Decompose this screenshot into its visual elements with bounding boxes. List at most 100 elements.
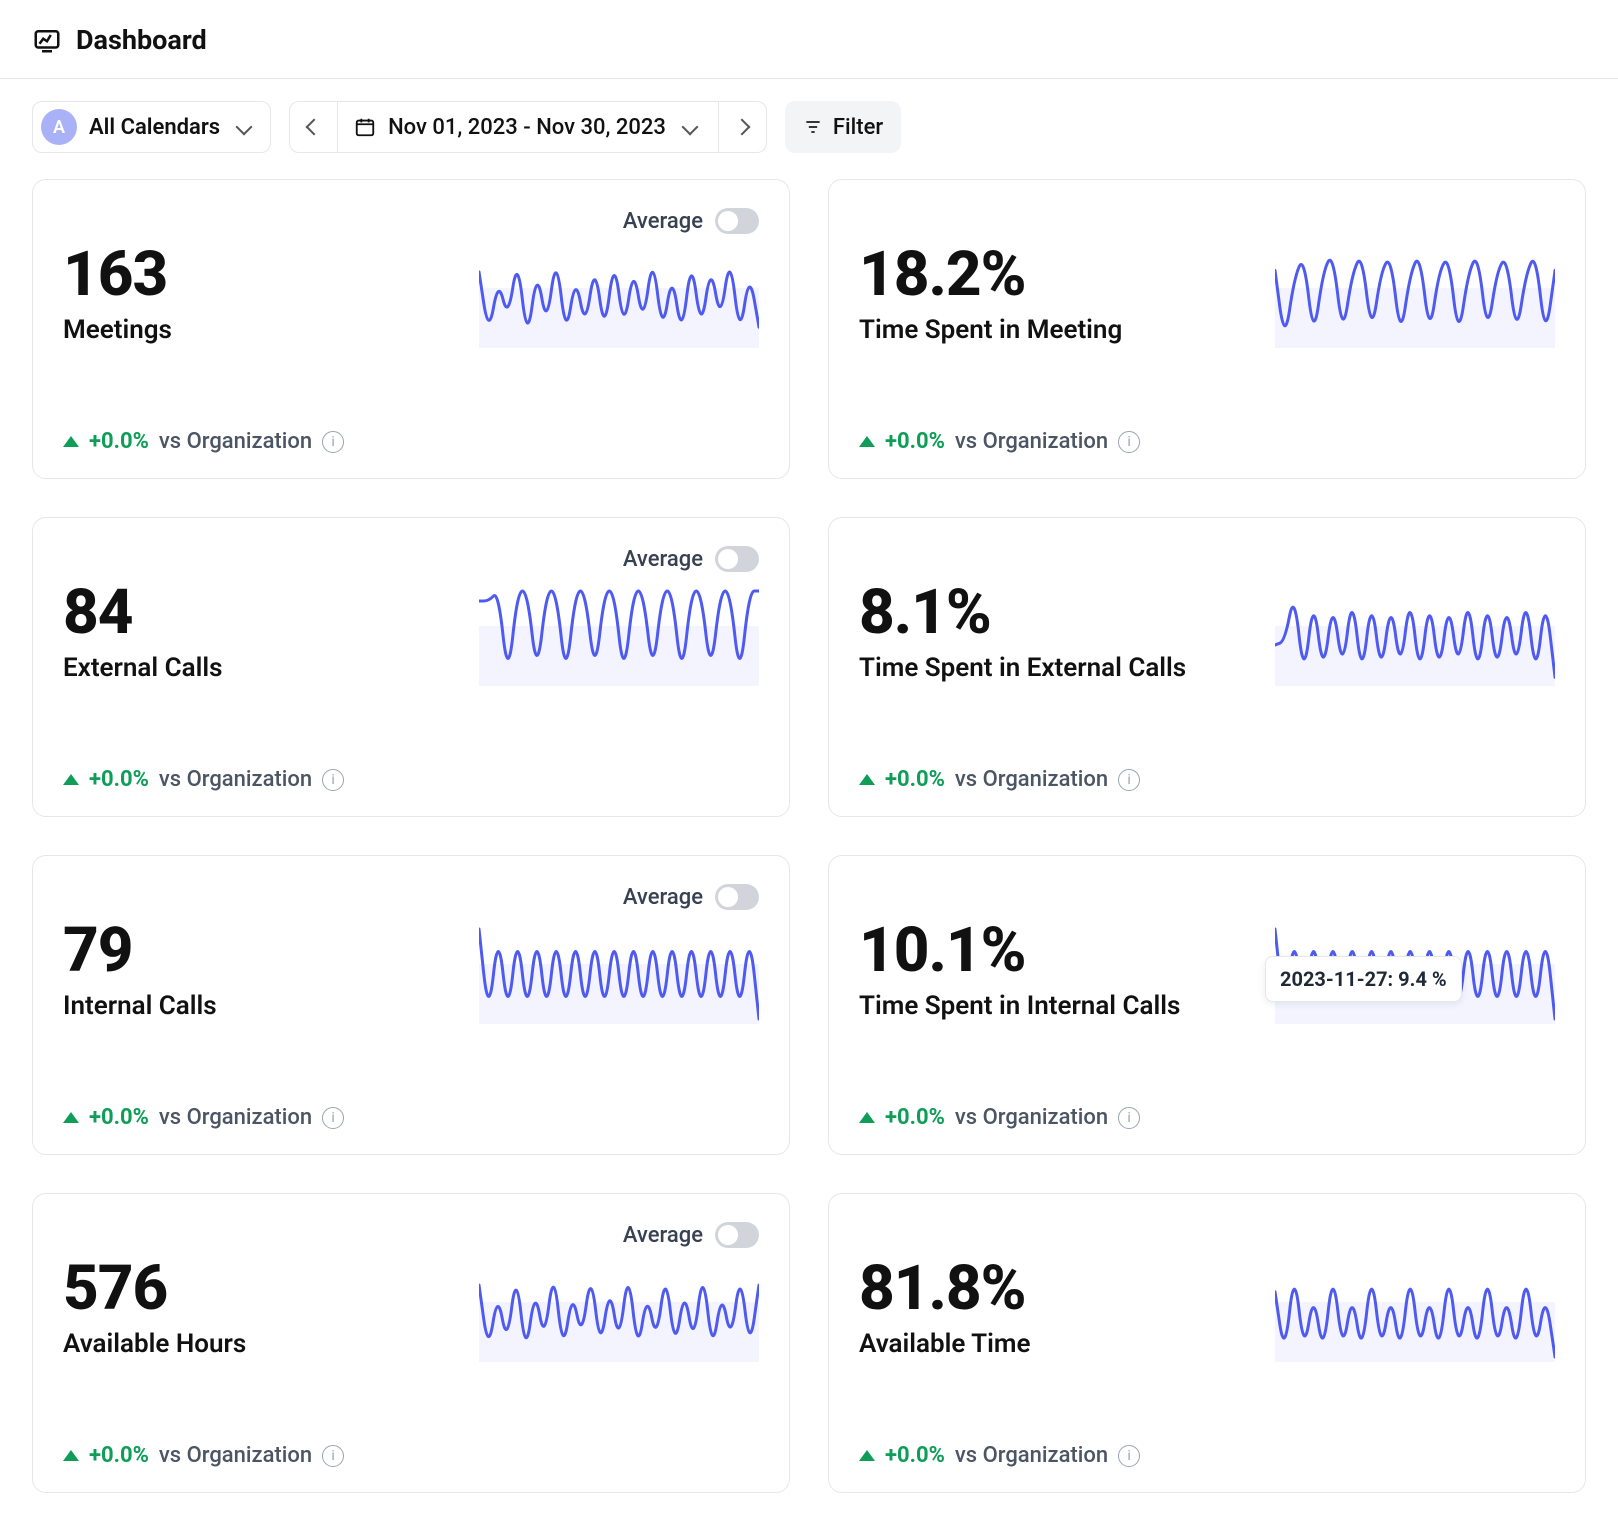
stat-label: Internal Calls bbox=[63, 991, 455, 1021]
stat-column: 84External Calls bbox=[63, 580, 455, 683]
card-body: 576 Available Hours bbox=[63, 1256, 759, 1362]
delta-value: +0.0% bbox=[89, 429, 149, 454]
average-toggle[interactable] bbox=[715, 546, 759, 572]
average-label: Average bbox=[623, 1223, 703, 1248]
stat-value: 576 bbox=[63, 1256, 455, 1321]
delta-value: +0.0% bbox=[89, 767, 149, 792]
average-toggle[interactable] bbox=[715, 208, 759, 234]
sparkline-svg bbox=[479, 924, 759, 1024]
stat-column: 10.1% Time Spent in Internal Calls bbox=[859, 918, 1251, 1021]
info-icon[interactable]: i bbox=[1118, 1445, 1140, 1467]
controls-bar: A All Calendars Nov 01, 2023 - Nov 30, 2… bbox=[0, 79, 1618, 179]
metric-card: Average 576 Available Hours +0.0% vs Organiz… bbox=[32, 1193, 790, 1493]
metric-card: 81.8%Available Time+0.0%vs Organizationi bbox=[828, 1193, 1586, 1493]
stat-column: 163 Meetings bbox=[63, 242, 455, 345]
card-body: 18.2% Time Spent in Meeting bbox=[859, 242, 1555, 348]
stat-column: 79 Internal Calls bbox=[63, 918, 455, 1021]
sparkline-chart[interactable] bbox=[1275, 586, 1555, 686]
average-toggle[interactable] bbox=[715, 884, 759, 910]
calendars-selector[interactable]: A All Calendars bbox=[32, 101, 271, 153]
cards-grid: Average163Meetings+0.0%vs Organizationi1… bbox=[0, 179, 1618, 1533]
average-toggle[interactable] bbox=[715, 1222, 759, 1248]
stat-value: 163 bbox=[63, 242, 455, 307]
chart-tooltip: 2023-11-27: 9.4 % bbox=[1265, 956, 1462, 1002]
sparkline-chart[interactable] bbox=[479, 924, 759, 1024]
comparison-label: vs Organization bbox=[159, 1443, 312, 1468]
info-icon[interactable]: i bbox=[322, 769, 344, 791]
filter-icon bbox=[803, 117, 823, 137]
stat-label: Time Spent in Meeting bbox=[859, 315, 1251, 345]
delta-value: +0.0% bbox=[885, 429, 945, 454]
average-toggle-row bbox=[859, 1220, 1555, 1250]
stat-column: 81.8%Available Time bbox=[859, 1256, 1251, 1359]
next-range-button[interactable] bbox=[718, 102, 766, 152]
info-icon[interactable]: i bbox=[1118, 431, 1140, 453]
comparison-label: vs Organization bbox=[955, 1443, 1108, 1468]
trend-up-icon bbox=[859, 1112, 875, 1123]
comparison-label: vs Organization bbox=[159, 429, 312, 454]
trend-up-icon bbox=[859, 774, 875, 785]
trend-up-icon bbox=[63, 1450, 79, 1461]
sparkline-svg bbox=[479, 248, 759, 348]
card-body: 163 Meetings bbox=[63, 242, 759, 348]
metric-card: Average 84External Calls +0.0%vs Organizat… bbox=[32, 517, 790, 817]
stat-label: Available Hours bbox=[63, 1329, 455, 1359]
filter-label: Filter bbox=[833, 115, 883, 140]
sparkline-chart[interactable] bbox=[1275, 248, 1555, 348]
trend-up-icon bbox=[63, 1112, 79, 1123]
sparkline-chart[interactable] bbox=[479, 248, 759, 348]
sparkline-svg bbox=[1275, 1262, 1555, 1362]
average-label: Average bbox=[623, 547, 703, 572]
delta-value: +0.0% bbox=[89, 1105, 149, 1130]
stat-value: 8.1% bbox=[859, 580, 1251, 645]
average-toggle-row: Average bbox=[63, 882, 759, 912]
stat-column: 576 Available Hours bbox=[63, 1256, 455, 1359]
page-header: Dashboard bbox=[0, 0, 1618, 79]
comparison-row: +0.0%vs Organizationi bbox=[63, 1077, 759, 1130]
chevron-right-icon bbox=[734, 119, 751, 136]
info-icon[interactable]: i bbox=[322, 431, 344, 453]
metric-card: Average 163 Meetings +0.0% vs Organization i bbox=[32, 179, 790, 479]
average-toggle-row bbox=[859, 206, 1555, 236]
average-toggle-row bbox=[859, 544, 1555, 574]
comparison-label: vs Organization bbox=[955, 1105, 1108, 1130]
date-range-text: Nov 01, 2023 - Nov 30, 2023 bbox=[388, 115, 666, 140]
card-body: 81.8%Available Time bbox=[859, 1256, 1555, 1362]
info-icon[interactable]: i bbox=[1118, 769, 1140, 791]
metric-card: 10.1% Time Spent in Internal Calls 2023-11… bbox=[828, 855, 1586, 1155]
info-icon[interactable]: i bbox=[1118, 1107, 1140, 1129]
card-body: 10.1% Time Spent in Internal Calls 2023-11… bbox=[859, 918, 1555, 1024]
delta-value: +0.0% bbox=[89, 1443, 149, 1468]
info-icon[interactable]: i bbox=[322, 1445, 344, 1467]
sparkline-chart[interactable] bbox=[1275, 1262, 1555, 1362]
card-body: 84External Calls bbox=[63, 580, 759, 686]
sparkline-svg bbox=[479, 1262, 759, 1362]
filter-button[interactable]: Filter bbox=[785, 101, 901, 153]
comparison-row: +0.0%vs Organizationi bbox=[63, 739, 759, 792]
date-range-button[interactable]: Nov 01, 2023 - Nov 30, 2023 bbox=[338, 115, 718, 140]
stat-value: 81.8% bbox=[859, 1256, 1251, 1321]
average-label: Average bbox=[623, 209, 703, 234]
comparison-row: +0.0% vs Organization i bbox=[63, 1415, 759, 1468]
stat-column: 18.2% Time Spent in Meeting bbox=[859, 242, 1251, 345]
average-toggle-row bbox=[859, 882, 1555, 912]
comparison-row: +0.0%vs Organizationi bbox=[859, 401, 1555, 454]
sparkline-chart[interactable] bbox=[479, 1262, 759, 1362]
delta-value: +0.0% bbox=[885, 1105, 945, 1130]
stat-label: Meetings bbox=[63, 315, 455, 345]
calendars-label: All Calendars bbox=[89, 115, 220, 140]
sparkline-chart[interactable] bbox=[479, 586, 759, 686]
avatar-badge: A bbox=[41, 109, 77, 145]
prev-range-button[interactable] bbox=[290, 102, 338, 152]
average-toggle-row: Average bbox=[63, 544, 759, 574]
sparkline-chart[interactable]: 2023-11-27: 9.4 % bbox=[1275, 924, 1555, 1024]
delta-value: +0.0% bbox=[885, 767, 945, 792]
stat-label: Time Spent in Internal Calls bbox=[859, 991, 1251, 1021]
stat-value: 18.2% bbox=[859, 242, 1251, 307]
comparison-row: +0.0% vs Organization i bbox=[859, 1077, 1555, 1130]
chevron-down-icon bbox=[236, 119, 253, 136]
info-icon[interactable]: i bbox=[322, 1107, 344, 1129]
stat-value: 79 bbox=[63, 918, 455, 983]
sparkline-svg bbox=[1275, 248, 1555, 348]
stat-value: 10.1% bbox=[859, 918, 1251, 983]
